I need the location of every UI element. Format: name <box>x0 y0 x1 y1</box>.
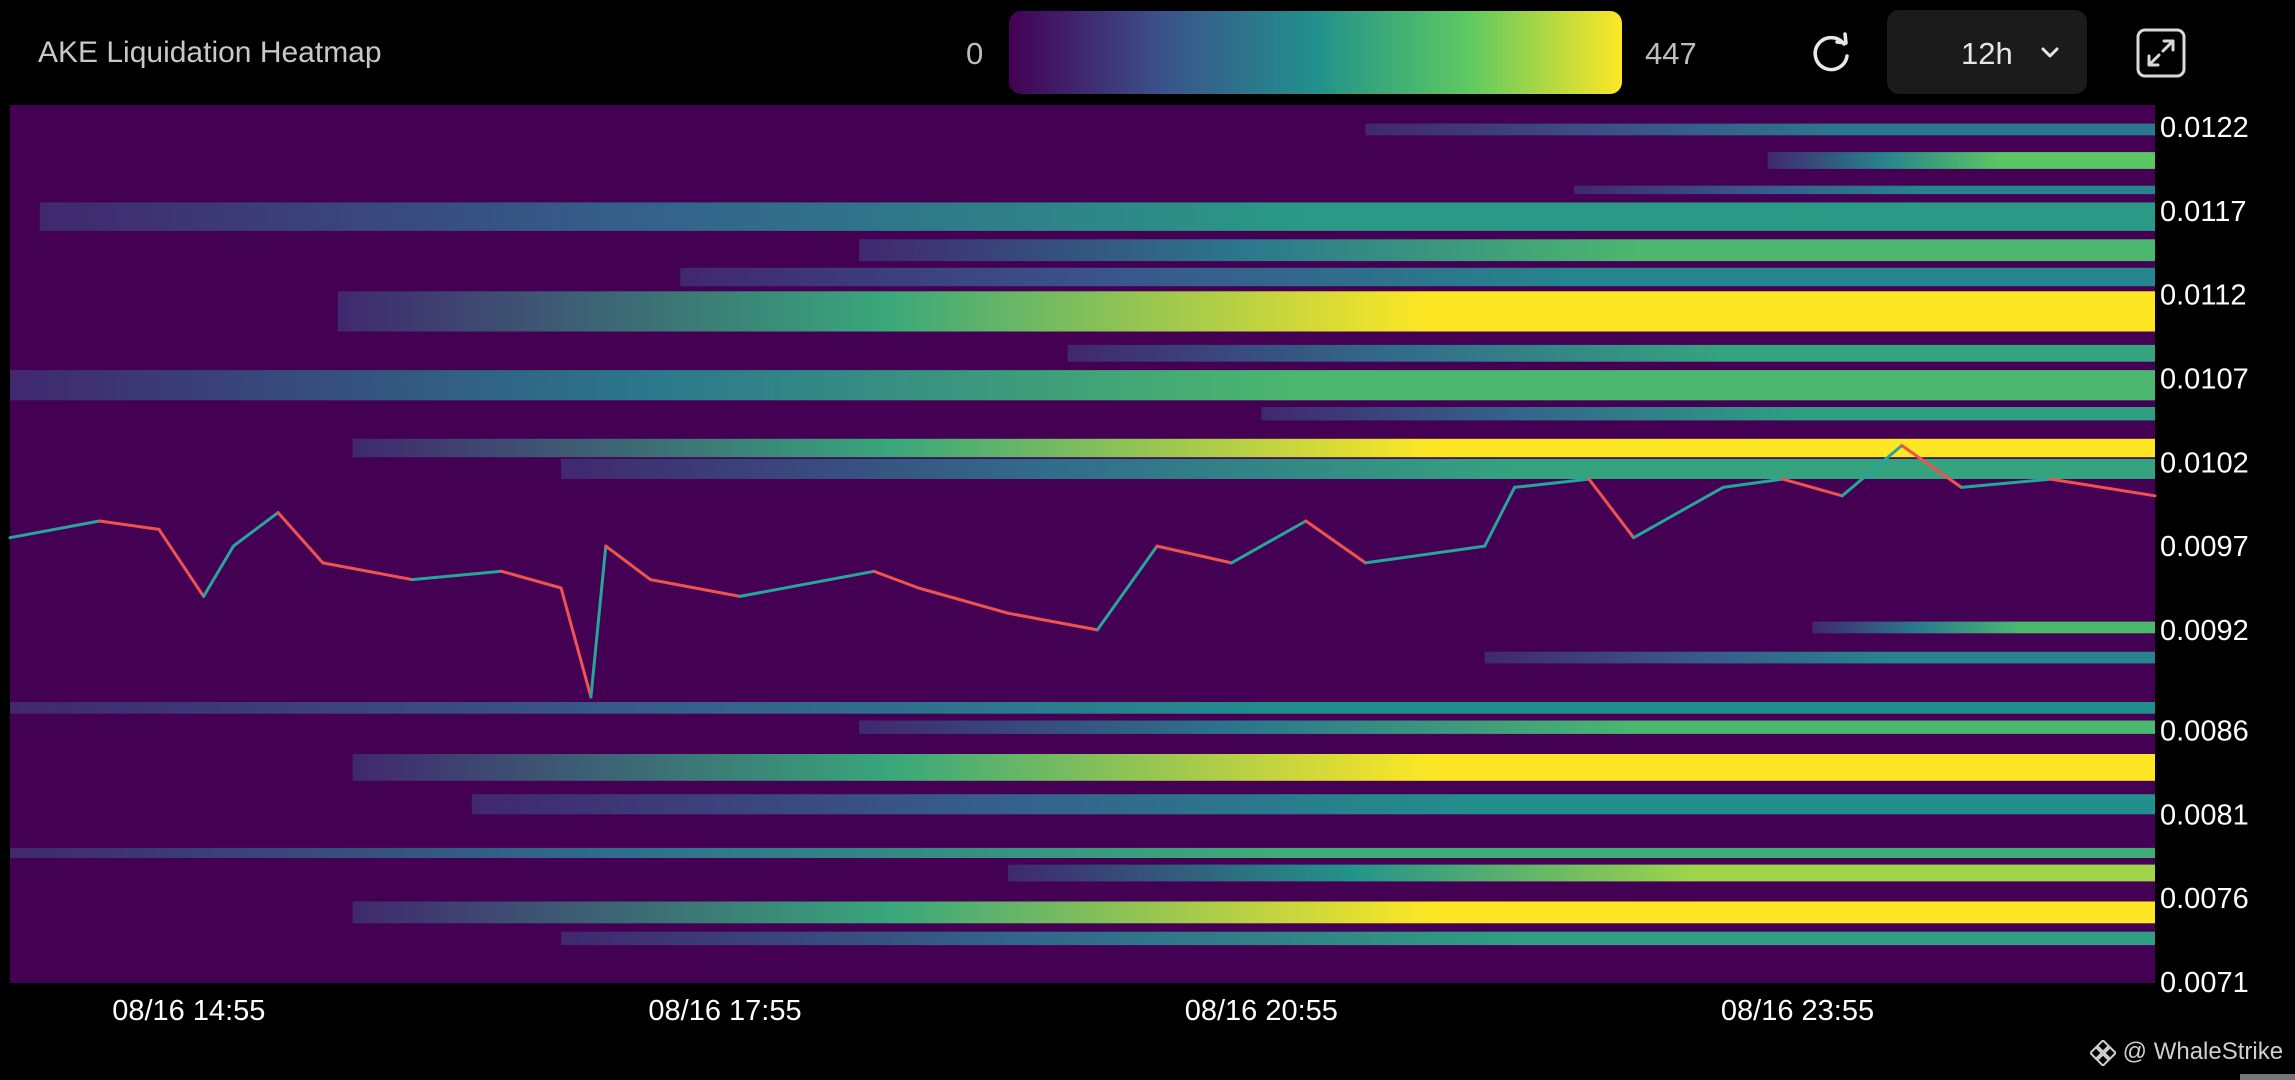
liquidation-band <box>1008 864 2155 882</box>
liquidation-band <box>1261 407 2156 421</box>
x-tick-label: 08/16 20:55 <box>1185 995 1338 1027</box>
liquidation-heatmap-chart[interactable]: 0.0122 0.0117 0.0112 0.0107 0.0102 0.0097 0.00… <box>0 100 2295 1040</box>
y-tick-label: 0.0092 <box>2160 615 2249 647</box>
y-tick-label: 0.0097 <box>2160 531 2249 563</box>
liquidation-band <box>859 239 2155 262</box>
color-scale-min: 0 <box>966 36 984 71</box>
y-tick-label: 0.0107 <box>2160 364 2249 396</box>
color-scale-max: 447 <box>1645 36 1697 71</box>
liquidation-band <box>10 370 2155 401</box>
y-tick-label: 0.0117 <box>2160 196 2247 228</box>
liquidation-band <box>39 202 2155 231</box>
x-tick-label: 08/16 17:55 <box>648 995 801 1027</box>
y-tick-label: 0.0122 <box>2160 112 2249 144</box>
liquidation-band <box>859 720 2155 734</box>
y-tick-label: 0.0071 <box>2160 967 2249 999</box>
liquidation-band <box>1574 185 2155 195</box>
liquidation-band <box>352 754 2156 781</box>
scroll-indicator <box>2240 1074 2295 1080</box>
top-bar: AKE Liquidation Heatmap 0 447 12h <box>0 0 2295 105</box>
y-tick-label: 0.0112 <box>2160 280 2247 312</box>
y-tick-label: 0.0086 <box>2160 716 2249 748</box>
x-tick-label: 08/16 14:55 <box>112 995 265 1027</box>
x-tick-label: 08/16 23:55 <box>1721 995 1874 1027</box>
liquidation-band <box>10 702 2155 714</box>
watermark: @ WhaleStrike <box>2088 1038 2284 1067</box>
liquidation-band <box>1067 344 2155 362</box>
liquidation-band <box>352 438 2156 458</box>
liquidation-band <box>10 847 2155 858</box>
y-tick-label: 0.0081 <box>2160 799 2249 831</box>
liquidation-band <box>561 458 2155 479</box>
watermark-text: @ WhaleStrike <box>2122 1038 2284 1065</box>
refresh-icon <box>1813 32 1849 72</box>
timeframe-select[interactable]: 12h <box>1887 10 2087 94</box>
liquidation-band <box>1812 621 2155 634</box>
y-tick-label: 0.0102 <box>2160 447 2249 479</box>
liquidation-band <box>1484 651 2155 664</box>
y-tick-label: 0.0076 <box>2160 883 2249 915</box>
liquidation-band <box>337 291 2156 332</box>
refresh-button[interactable] <box>1808 30 1854 76</box>
expand-icon <box>2136 28 2186 78</box>
liquidation-band <box>1767 152 2155 169</box>
chevron-down-icon <box>2041 47 2059 58</box>
fullscreen-button[interactable] <box>2135 27 2187 79</box>
liquidation-band <box>561 931 2155 946</box>
binance-logo-icon <box>2088 1038 2118 1067</box>
color-scale-bar <box>1009 11 1622 94</box>
liquidation-band <box>1365 123 2155 136</box>
liquidation-band <box>471 794 2155 815</box>
timeframe-value: 12h <box>1961 36 2013 71</box>
x-axis: 08/16 14:55 08/16 17:55 08/16 20:55 08/16 2… <box>112 995 1874 1027</box>
page-title: AKE Liquidation Heatmap <box>38 36 382 69</box>
liquidation-band <box>680 267 2155 287</box>
y-axis: 0.0122 0.0117 0.0112 0.0107 0.0102 0.0097 0.00… <box>2160 112 2249 999</box>
liquidation-band <box>352 901 2156 924</box>
